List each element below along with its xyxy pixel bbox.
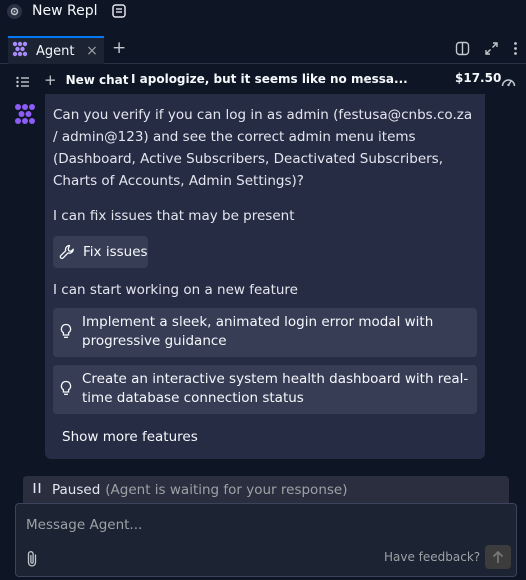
usage-cost: $17.50 [455,71,502,85]
tab-bar: Agent × + [0,34,526,64]
feedback-link[interactable]: Have feedback? [384,550,480,564]
more-options-icon[interactable] [513,41,518,56]
tab-tools [455,41,518,56]
expand-icon[interactable] [484,41,499,56]
feature-suggestion[interactable]: Implement a sleek, animated login error … [53,308,477,357]
agent-message: Can you verify if you can log in as admi… [45,94,485,459]
lightbulb-icon [60,380,72,400]
add-tab-button[interactable]: + [112,39,126,57]
title-bar: New Repl [0,0,526,22]
repl-title[interactable]: New Repl [32,3,97,19]
layout-icon[interactable] [111,3,127,19]
message-text: Can you verify if you can log in as admi… [53,107,473,189]
tab-label: Agent [36,43,75,59]
plus-icon: + [44,71,57,89]
repl-icon[interactable] [7,3,22,19]
fix-issues-label: Fix issues [83,244,148,260]
show-more-features-button[interactable]: Show more features [62,429,198,445]
fix-issues-button[interactable]: Fix issues [53,236,148,268]
send-button[interactable] [485,545,511,569]
feature-label: Implement a sleek, animated login error … [82,314,434,349]
message-composer: Have feedback? [15,503,517,577]
chat-history-icon[interactable] [16,73,30,92]
message-input[interactable] [16,504,516,542]
lightbulb-icon [60,323,72,343]
gauge-icon[interactable] [501,73,516,92]
fix-heading: I can fix issues that may be present [53,208,295,224]
new-chat-label: New chat [65,73,129,87]
agent-status-bar: Paused (Agent is waiting for your respon… [23,476,509,503]
arrow-up-icon [492,550,504,563]
feature-label: Create an interactive system health dash… [82,371,469,406]
pause-icon[interactable] [32,482,42,498]
paperclip-icon[interactable] [25,550,39,572]
new-chat-button[interactable]: + New chat [44,71,129,89]
agent-tab-icon [12,41,28,61]
status-label: Paused [52,481,101,498]
split-pane-icon[interactable] [455,41,470,56]
status-note: (Agent is waiting for your response) [105,481,348,498]
feature-heading: I can start working on a new feature [53,282,298,298]
agent-logo-icon [14,103,36,125]
feature-suggestion[interactable]: Create an interactive system health dash… [53,365,477,414]
tab-agent[interactable]: Agent × [8,36,104,64]
wrench-icon [59,244,74,259]
chat-toolbar: + New chat I apologize, but it seems lik… [0,66,526,94]
close-icon[interactable]: × [84,42,100,60]
chevron-down-icon[interactable]: ⌄ [361,72,370,85]
